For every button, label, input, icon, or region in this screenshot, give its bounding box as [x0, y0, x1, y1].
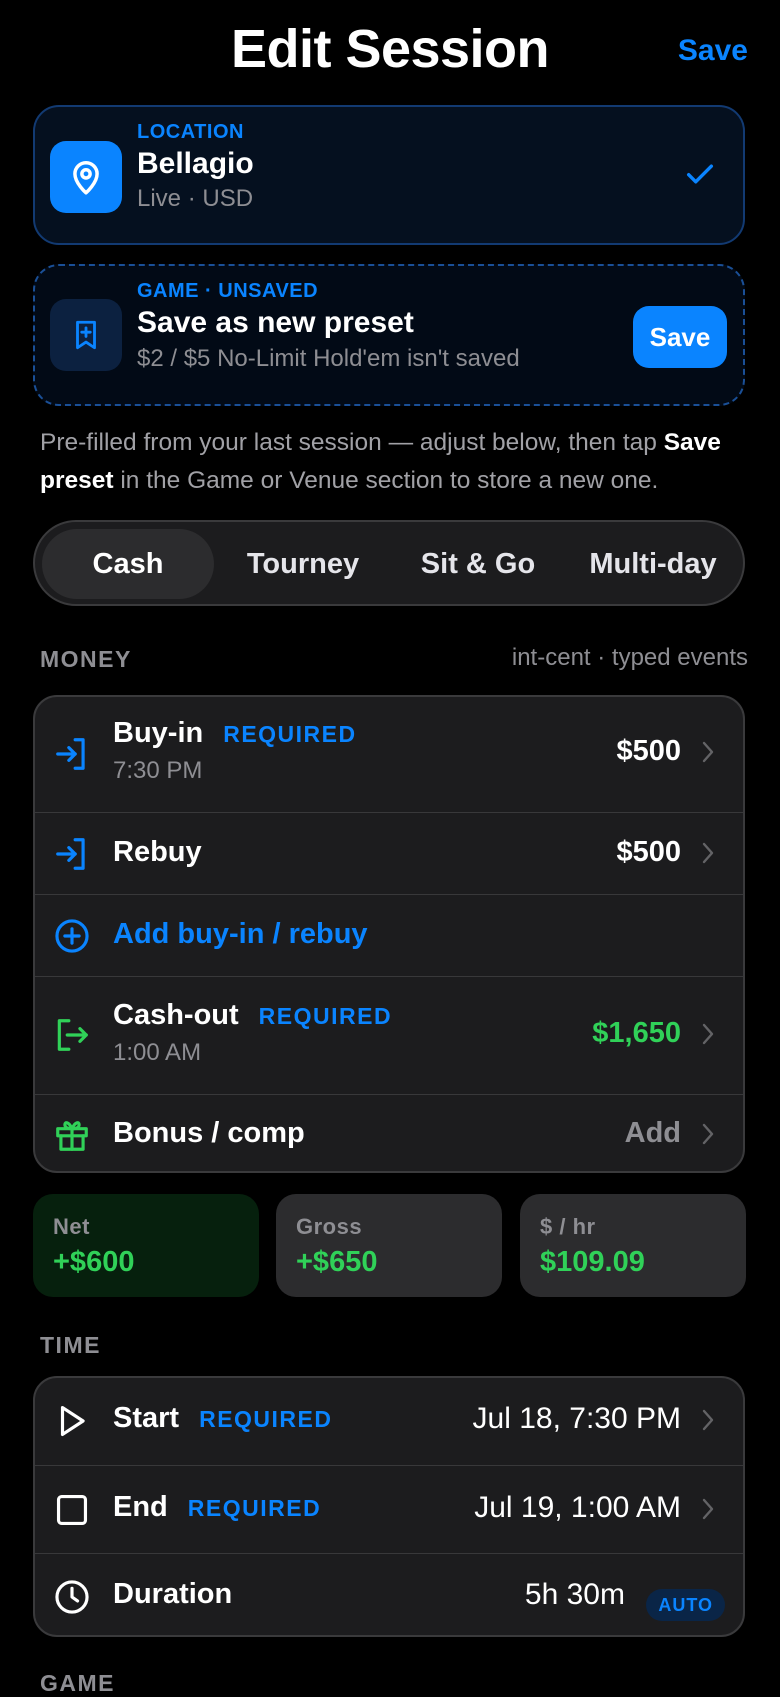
stat-value: +$600 [53, 1246, 135, 1278]
bonus-label: Bonus / comp [113, 1117, 305, 1149]
duration-label: Duration [113, 1578, 233, 1610]
bonus-add: Add [624, 1117, 681, 1149]
duration-row: Duration 5h 30m AUTO [35, 1553, 743, 1635]
gift-icon [53, 1116, 91, 1159]
start-row[interactable]: Start REQUIRED Jul 18, 7:30 PM [35, 1378, 743, 1465]
required-badge: REQUIRED [187, 1495, 322, 1521]
net-stat: Net +$600 [33, 1194, 259, 1297]
auto-badge: AUTO [646, 1589, 725, 1621]
buyin-time: 7:30 PM [113, 757, 203, 784]
chevron-right-icon [701, 1021, 715, 1052]
cashout-label: Cash-out [113, 999, 239, 1031]
buyin-row[interactable]: Buy-in REQUIRED 7:30 PM $500 [35, 697, 743, 812]
game-title: Save as new preset [137, 306, 414, 339]
hourly-stat: $ / hr $109.09 [520, 1194, 746, 1297]
game-detail: $2 / $5 No-Limit Hold'em isn't saved [137, 345, 520, 372]
cashout-value: $1,650 [592, 1017, 681, 1049]
gross-stat: Gross +$650 [276, 1194, 502, 1297]
location-card[interactable]: LOCATION Bellagio Live · USD [33, 105, 745, 245]
stat-label: $ / hr [540, 1214, 596, 1239]
tab-sit-and-go[interactable]: Sit & Go [392, 529, 564, 599]
play-icon [53, 1402, 91, 1445]
buyin-value: $500 [616, 735, 681, 767]
sign-in-icon [53, 835, 91, 878]
buyin-label: Buy-in [113, 717, 204, 749]
location-kicker: LOCATION [137, 121, 244, 143]
required-badge: REQUIRED [199, 1406, 333, 1432]
end-row[interactable]: End REQUIRED Jul 19, 1:00 AM [35, 1465, 743, 1553]
bookmark-plus-icon [50, 299, 122, 371]
rebuy-row[interactable]: Rebuy $500 [35, 812, 743, 894]
cashout-row[interactable]: Cash-out REQUIRED 1:00 AM $1,650 [35, 976, 743, 1094]
location-pin-icon [50, 141, 122, 213]
stat-value: +$650 [296, 1246, 378, 1278]
start-label: Start [113, 1402, 180, 1434]
location-detail: Live · USD [137, 185, 254, 212]
stat-label: Net [53, 1214, 90, 1239]
rebuy-label: Rebuy [113, 836, 202, 868]
chevron-right-icon [701, 1407, 715, 1438]
page-title: Edit Session [230, 19, 550, 79]
time-section-label: TIME [40, 1332, 101, 1358]
add-buyin-label: Add buy-in / rebuy [113, 918, 368, 950]
rebuy-value: $500 [616, 836, 681, 868]
end-label: End [113, 1491, 168, 1523]
checkmark-icon [683, 157, 717, 196]
money-section-label: MONEY [40, 646, 132, 672]
required-badge: REQUIRED [258, 1003, 393, 1029]
session-type-segmented-control: Cash Tourney Sit & Go Multi-day [33, 520, 745, 606]
location-name: Bellagio [137, 147, 254, 180]
tab-multi-day[interactable]: Multi-day [567, 529, 739, 599]
money-meta: int-cent · typed events [511, 644, 748, 671]
bonus-row[interactable]: Bonus / comp Add [35, 1094, 743, 1171]
tab-tourney[interactable]: Tourney [217, 529, 389, 599]
chevron-right-icon [701, 840, 715, 871]
clock-icon [53, 1578, 91, 1621]
game-section-label: GAME [40, 1670, 115, 1696]
sign-out-icon [53, 1016, 91, 1059]
tab-cash[interactable]: Cash [42, 529, 214, 599]
chevron-right-icon [701, 1121, 715, 1152]
stat-value: $109.09 [540, 1246, 645, 1278]
required-badge: REQUIRED [223, 721, 357, 747]
plus-circle-icon [53, 917, 91, 960]
prefill-hint: Pre-filled from your last session — adju… [40, 429, 721, 494]
stop-square-icon [53, 1491, 91, 1534]
chevron-right-icon [701, 1496, 715, 1527]
cashout-time: 1:00 AM [113, 1039, 202, 1066]
end-value: Jul 19, 1:00 AM [474, 1491, 681, 1524]
money-list: Buy-in REQUIRED 7:30 PM $500 Rebuy $500 A… [33, 695, 745, 1173]
save-preset-button[interactable]: Save [633, 306, 727, 368]
chevron-right-icon [701, 739, 715, 770]
sign-in-icon [53, 735, 91, 778]
stat-label: Gross [296, 1214, 363, 1239]
game-preset-card[interactable]: GAME · UNSAVED Save as new preset $2 / $… [33, 264, 745, 406]
header-save-button[interactable]: Save [678, 34, 748, 68]
duration-value: 5h 30m [524, 1578, 625, 1611]
start-value: Jul 18, 7:30 PM [472, 1402, 681, 1435]
add-buyin-row[interactable]: Add buy-in / rebuy [35, 894, 743, 976]
time-list: Start REQUIRED Jul 18, 7:30 PM End REQUIRE… [33, 1376, 745, 1637]
game-kicker: GAME · UNSAVED [137, 280, 319, 302]
